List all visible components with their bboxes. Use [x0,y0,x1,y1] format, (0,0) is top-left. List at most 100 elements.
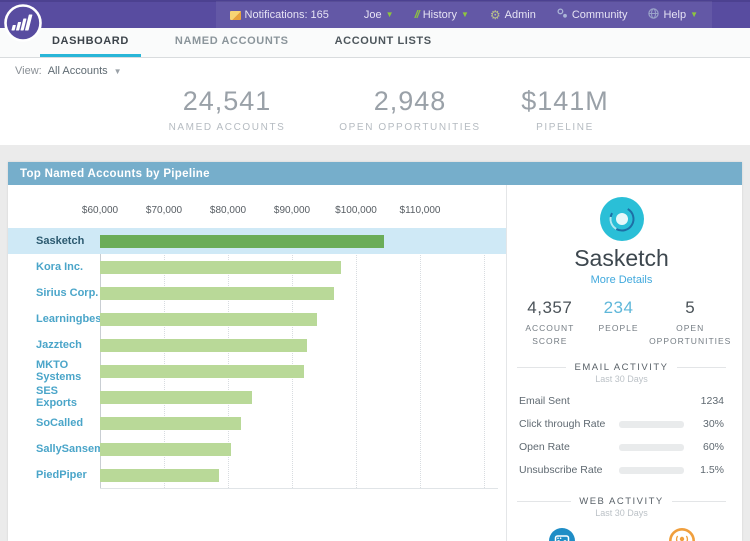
top-menu: Notifications: 165 Joe ▼ // History ▼ ⚙ … [216,1,712,29]
admin-label: Admin [505,9,536,21]
community-icon [557,8,568,22]
account-name[interactable]: Sasketch [8,235,100,247]
web-item-pageviews: 3,240 Pageviews [519,528,605,541]
metric-label: Open Rate [519,441,619,453]
tab-bar: DASHBOARD NAMED ACCOUNTS ACCOUNT LISTS [0,28,750,58]
kpi-people: 234 PEOPLE [589,298,649,348]
account-kpis: 4,357 ACCOUNT SCORE 234 PEOPLE 5 OPEN OP… [507,298,736,348]
pipeline-bar[interactable] [100,313,317,326]
tab-account-lists[interactable]: ACCOUNT LISTS [323,28,444,57]
account-name[interactable]: SoCalled [8,417,100,429]
chart-row[interactable]: Jazztech [8,332,506,358]
x-axis-tick: $70,000 [146,205,182,216]
chart-row[interactable]: SallySansem [8,436,506,462]
user-menu[interactable]: Joe ▼ [364,9,394,21]
metric-bar-track [619,421,684,428]
email-activity-subtitle: Last 30 Days [507,374,736,384]
web-activity-header: WEB ACTIVITY [517,496,726,507]
stat-label: PIPELINE [521,122,609,133]
chart-row[interactable]: Learningbest [8,306,506,332]
kpi-label: PEOPLE [589,322,649,335]
account-name[interactable]: SallySansem [8,443,100,455]
admin-menu[interactable]: ⚙ Admin [490,9,536,21]
pipeline-bar[interactable] [100,287,334,300]
account-name[interactable]: PiedPiper [8,469,100,481]
bar-track [100,339,506,352]
account-name[interactable]: SES Exports [8,385,100,409]
chart-row[interactable]: SoCalled [8,410,506,436]
stat-pipeline: $141M PIPELINE [521,86,609,133]
top-navigation-bar: Notifications: 165 Joe ▼ // History ▼ ⚙ … [0,0,750,28]
bar-track [100,261,506,274]
panel-title: Top Named Accounts by Pipeline [8,162,742,185]
history-menu[interactable]: // History ▼ [415,9,469,21]
gear-icon: ⚙ [490,9,501,21]
community-menu[interactable]: Community [557,8,628,22]
bar-track [100,313,506,326]
chart-row[interactable]: PiedPiper [8,462,506,488]
email-activity-header: EMAIL ACTIVITY [517,362,726,373]
chevron-down-icon[interactable]: ▼ [114,67,122,76]
sasketch-logo-icon [600,197,644,241]
pageviews-icon [549,528,575,541]
bar-track [100,235,506,248]
chart-row[interactable]: Sasketch [8,228,506,254]
view-label: View: [15,65,42,77]
help-menu[interactable]: Help ▼ [648,8,698,22]
view-selector-row: View: All Accounts ▼ [0,62,750,80]
stat-open-opportunities: 2,948 OPEN OPPORTUNITIES [339,86,480,133]
metric-value: 30% [684,418,724,430]
metric-value: 1.5% [684,464,724,476]
x-axis-tick: $60,000 [82,205,118,216]
account-name[interactable]: Kora Inc. [8,261,100,273]
account-title: Sasketch [507,245,736,272]
stat-value: $141M [521,86,609,117]
bar-track [100,417,506,430]
account-name[interactable]: Sirius Corp. [8,287,100,299]
chart-row[interactable]: Kora Inc. [8,254,506,280]
chevron-down-icon: ▼ [690,11,698,19]
globe-icon [648,8,659,22]
pipeline-bar[interactable] [100,261,341,274]
pipeline-bar[interactable] [100,391,252,404]
account-name[interactable]: Jazztech [8,339,100,351]
stat-value: 24,541 [169,86,286,117]
pipeline-bar[interactable] [100,469,219,482]
pipeline-bar[interactable] [100,339,307,352]
metric-label: Email Sent [519,395,619,407]
pipeline-bar[interactable] [100,417,241,430]
pipeline-bar[interactable] [100,235,384,248]
community-label: Community [572,9,628,21]
email-activity-rows: Email Sent 1234 Click through Rate 30% O… [519,390,724,482]
pipeline-bar[interactable] [100,443,231,456]
stat-value: 2,948 [339,86,480,117]
help-label: Help [663,9,686,21]
web-item-known-visitors: 213 Known Visitors [639,528,725,541]
web-activity-subtitle: Last 30 Days [507,508,736,518]
marketo-logo-icon[interactable] [4,4,42,42]
metric-value: 60% [684,441,724,453]
chart-row[interactable]: Sirius Corp. [8,280,506,306]
more-details-link[interactable]: More Details [507,274,736,286]
account-name[interactable]: Learningbest [8,313,100,325]
tab-dashboard[interactable]: DASHBOARD [40,28,141,57]
chart-rows: Sasketch Kora Inc. Sirius Corp. Learning… [8,228,506,488]
x-axis-tick: $100,000 [335,205,377,216]
account-name[interactable]: MKTO Systems [8,359,100,383]
kpi-value[interactable]: 234 [589,298,649,318]
chart-row[interactable]: SES Exports [8,384,506,410]
stat-label: OPEN OPPORTUNITIES [339,122,480,133]
web-activity-items: 3,240 Pageviews 213 Known Visitors [507,528,736,541]
chart-row[interactable]: MKTO Systems [8,358,506,384]
notifications-item[interactable]: Notifications: 165 [230,9,329,21]
email-metric-row: Open Rate 60% [519,436,724,459]
metric-bar-track [619,467,684,474]
x-axis-tick: $90,000 [274,205,310,216]
metric-bar-track [619,444,684,451]
history-icon: // [415,9,419,21]
bar-track [100,287,506,300]
tab-named-accounts[interactable]: NAMED ACCOUNTS [163,28,301,57]
view-dropdown[interactable]: All Accounts [48,65,108,77]
pipeline-bar[interactable] [100,365,304,378]
top-named-accounts-panel: Top Named Accounts by Pipeline $60,000 $… [8,162,742,541]
